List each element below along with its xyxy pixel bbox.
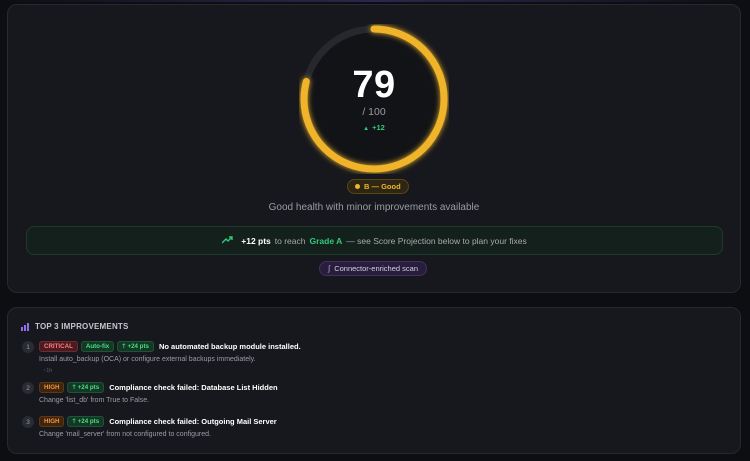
arrow-up-icon: 🡑 [122,343,126,350]
arrow-up-icon: ▲ [363,126,370,132]
item-title: Compliance check failed: Outgoing Mail S… [109,417,277,426]
severity-badge: HIGH [39,382,65,393]
trend-up-icon [221,235,233,246]
item-description: Change 'mail_server' from not configured… [39,431,211,438]
score-delta-value: +12 [372,123,385,132]
top-improvements-card: TOP 3 IMPROVEMENTS 1 CRITICAL Auto-fix 🡑… [7,307,741,454]
projection-grade: Grade A [309,235,343,246]
points-value: +24 pts [127,343,149,350]
item-row: HIGH 🡑 +24 pts Compliance check failed: D… [39,382,278,393]
severity-badge: CRITICAL [39,341,78,352]
points-badge: 🡑 +24 pts [117,341,154,352]
score-gauge: 79 / 100 ▲ +12 [299,24,449,174]
projection-points: +12 pts [241,235,271,246]
score-projection-banner: +12 pts to reach Grade A — see Score Pro… [26,226,723,255]
item-title: Compliance check failed: Database List H… [109,383,278,392]
improvements-header: TOP 3 IMPROVEMENTS [21,322,129,331]
health-score-card: 79 / 100 ▲ +12 B — Good Good health with … [7,4,741,293]
item-description: Change 'list_db' from True to False. [39,397,150,404]
autofix-badge[interactable]: Auto-fix [80,341,115,352]
points-badge: 🡑 +24 pts [67,416,105,427]
improvements-title: TOP 3 IMPROVEMENTS [35,322,129,331]
score-delta: ▲ +12 [299,123,449,132]
item-row: HIGH 🡑 +24 pts Compliance check failed: O… [39,416,277,427]
bar-chart-icon [21,322,29,331]
item-number: 1 [22,341,34,353]
arrow-up-icon: 🡑 [72,384,76,391]
points-value: +24 pts [77,418,100,425]
link-icon: ∫ [328,264,331,273]
grade-label: B — Good [364,182,401,191]
item-row: CRITICAL Auto-fix 🡑 +24 pts No automated … [39,341,301,352]
points-value: +24 pts [77,384,100,391]
health-summary: Good health with minor improvements avai… [268,202,480,213]
grade-dot-icon [355,184,360,189]
item-title: No automated backup module installed. [158,342,301,351]
arrow-up-icon: 🡑 [72,418,76,425]
score-max: / 100 [362,106,386,118]
connector-scan-label: Connector-enriched scan [334,264,418,273]
item-effort: ~1h [43,368,53,374]
projection-to-reach: to reach [274,235,306,246]
projection-suffix: — see Score Projection below to plan you… [346,235,527,246]
score-value: 79 [352,64,396,106]
top-accent-line [0,0,750,2]
item-number: 3 [22,416,34,428]
grade-badge: B — Good [347,179,409,194]
connector-scan-badge[interactable]: ∫ Connector-enriched scan [319,261,427,276]
item-number: 2 [22,382,34,394]
points-badge: 🡑 +24 pts [67,382,105,393]
severity-badge: HIGH [39,416,65,427]
item-description: Install auto_backup (OCA) or configure e… [39,356,256,363]
